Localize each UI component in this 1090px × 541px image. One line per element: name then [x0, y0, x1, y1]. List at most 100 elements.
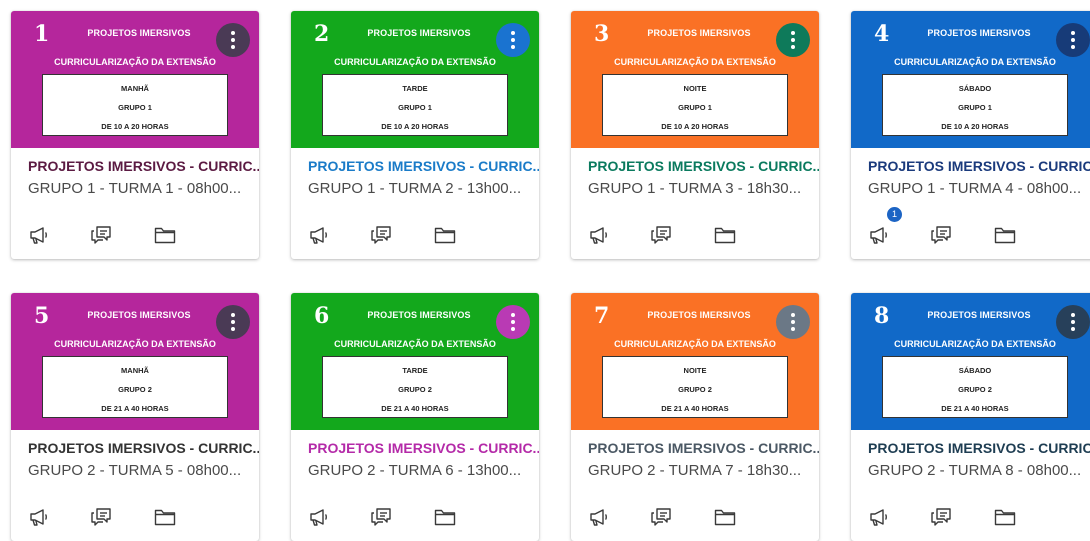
course-term-text: GRUPO 2 - TURMA 6 - 13h00...: [308, 462, 522, 479]
card-subtitle-label: CURRICULARIZAÇÃO DA EXTENSÃO: [54, 339, 216, 349]
course-title-link[interactable]: PROJETOS IMERSIVOS - CURRIC...: [28, 158, 259, 174]
card-project-label: PROJETOS IMERSIVOS: [647, 28, 751, 38]
folder-icon[interactable]: [154, 507, 176, 527]
folder-icon[interactable]: [434, 507, 456, 527]
megaphone-icon[interactable]: [588, 225, 610, 245]
course-card-header[interactable]: 2 PROJETOS IMERSIVOS CURRICULARIZAÇÃO DA E…: [291, 11, 539, 148]
card-period: TARDE: [402, 84, 428, 93]
discussion-icon[interactable]: [651, 225, 673, 245]
discussion-icon[interactable]: [91, 225, 113, 245]
card-subtitle-label: CURRICULARIZAÇÃO DA EXTENSÃO: [334, 57, 496, 67]
discussion-icon[interactable]: [371, 225, 393, 245]
card-hours: DE 10 A 20 HORAS: [381, 122, 449, 131]
card-group: GRUPO 1: [678, 103, 712, 112]
card-period: TARDE: [402, 366, 428, 375]
card-subtitle-label: CURRICULARIZAÇÃO DA EXTENSÃO: [894, 339, 1056, 349]
folder-icon[interactable]: [714, 507, 736, 527]
card-group: GRUPO 1: [958, 103, 992, 112]
card-options-menu-button[interactable]: [776, 23, 810, 57]
card-options-menu-button[interactable]: [216, 305, 250, 339]
megaphone-icon[interactable]: [868, 225, 890, 245]
card-info-box: NOITE GRUPO 1 DE 10 A 20 HORAS: [602, 74, 788, 136]
card-subtitle-label: CURRICULARIZAÇÃO DA EXTENSÃO: [54, 57, 216, 67]
course-card-header[interactable]: 8 PROJETOS IMERSIVOS CURRICULARIZAÇÃO DA E…: [851, 293, 1090, 430]
card-group: GRUPO 2: [118, 385, 152, 394]
megaphone-icon[interactable]: [308, 225, 330, 245]
course-title-link[interactable]: PROJETOS IMERSIVOS - CURRIC...: [308, 158, 539, 174]
card-number: 8: [874, 303, 890, 329]
folder-icon[interactable]: [154, 225, 176, 245]
card-group: GRUPO 2: [958, 385, 992, 394]
course-card[interactable]: 7 PROJETOS IMERSIVOS CURRICULARIZAÇÃO DA E…: [571, 293, 819, 541]
megaphone-icon[interactable]: [868, 507, 890, 527]
card-info-box: SÁBADO GRUPO 1 DE 10 A 20 HORAS: [882, 74, 1068, 136]
course-card[interactable]: 5 PROJETOS IMERSIVOS CURRICULARIZAÇÃO DA E…: [11, 293, 259, 541]
card-number: 5: [34, 303, 50, 329]
course-term-text: GRUPO 2 - TURMA 7 - 18h30...: [588, 462, 802, 479]
course-title-link[interactable]: PROJETOS IMERSIVOS - CURRIC...: [28, 440, 259, 456]
megaphone-icon[interactable]: [28, 507, 50, 527]
megaphone-icon[interactable]: [308, 507, 330, 527]
discussion-icon[interactable]: [651, 507, 673, 527]
card-hours: DE 21 A 40 HORAS: [941, 404, 1009, 413]
course-card-header[interactable]: 1 PROJETOS IMERSIVOS CURRICULARIZAÇÃO DA E…: [11, 11, 259, 148]
course-card-header[interactable]: 4 PROJETOS IMERSIVOS CURRICULARIZAÇÃO DA E…: [851, 11, 1090, 148]
megaphone-icon[interactable]: [588, 507, 610, 527]
course-title-link[interactable]: PROJETOS IMERSIVOS - CURRIC...: [588, 440, 819, 456]
card-project-label: PROJETOS IMERSIVOS: [87, 28, 191, 38]
course-term-text: GRUPO 1 - TURMA 2 - 13h00...: [308, 180, 522, 197]
card-number: 1: [34, 21, 50, 47]
card-project-label: PROJETOS IMERSIVOS: [87, 310, 191, 320]
course-term-text: GRUPO 1 - TURMA 3 - 18h30...: [588, 180, 802, 197]
card-info-box: NOITE GRUPO 2 DE 21 A 40 HORAS: [602, 356, 788, 418]
course-title-link[interactable]: PROJETOS IMERSIVOS - CURRIC...: [308, 440, 539, 456]
card-number: 7: [594, 303, 610, 329]
course-card[interactable]: 4 PROJETOS IMERSIVOS CURRICULARIZAÇÃO DA E…: [851, 11, 1090, 259]
course-title-link[interactable]: PROJETOS IMERSIVOS - CURRIC...: [868, 440, 1090, 456]
card-hours: DE 21 A 40 HORAS: [101, 404, 169, 413]
course-title-link[interactable]: PROJETOS IMERSIVOS - CURRIC...: [868, 158, 1090, 174]
card-number: 6: [314, 303, 330, 329]
megaphone-icon[interactable]: [28, 225, 50, 245]
card-hours: DE 21 A 40 HORAS: [661, 404, 729, 413]
course-card[interactable]: 3 PROJETOS IMERSIVOS CURRICULARIZAÇÃO DA E…: [571, 11, 819, 259]
card-options-menu-button[interactable]: [216, 23, 250, 57]
course-card[interactable]: 8 PROJETOS IMERSIVOS CURRICULARIZAÇÃO DA E…: [851, 293, 1090, 541]
card-options-menu-button[interactable]: [496, 305, 530, 339]
card-hours: DE 10 A 20 HORAS: [941, 122, 1009, 131]
discussion-icon[interactable]: [931, 507, 953, 527]
card-group: GRUPO 2: [398, 385, 432, 394]
card-info-box: TARDE GRUPO 2 DE 21 A 40 HORAS: [322, 356, 508, 418]
course-card[interactable]: 6 PROJETOS IMERSIVOS CURRICULARIZAÇÃO DA E…: [291, 293, 539, 541]
folder-icon[interactable]: [434, 225, 456, 245]
card-hours: DE 10 A 20 HORAS: [101, 122, 169, 131]
card-options-menu-button[interactable]: [496, 23, 530, 57]
course-card-header[interactable]: 5 PROJETOS IMERSIVOS CURRICULARIZAÇÃO DA E…: [11, 293, 259, 430]
card-group: GRUPO 1: [398, 103, 432, 112]
card-project-label: PROJETOS IMERSIVOS: [367, 28, 471, 38]
discussion-icon[interactable]: [371, 507, 393, 527]
course-card-header[interactable]: 7 PROJETOS IMERSIVOS CURRICULARIZAÇÃO DA E…: [571, 293, 819, 430]
card-number: 3: [594, 21, 610, 47]
course-card-header[interactable]: 6 PROJETOS IMERSIVOS CURRICULARIZAÇÃO DA E…: [291, 293, 539, 430]
course-term-text: GRUPO 1 - TURMA 4 - 08h00...: [868, 180, 1082, 197]
card-number: 4: [874, 21, 890, 47]
card-subtitle-label: CURRICULARIZAÇÃO DA EXTENSÃO: [334, 339, 496, 349]
folder-icon[interactable]: [714, 225, 736, 245]
card-options-menu-button[interactable]: [776, 305, 810, 339]
unread-badge: 1: [887, 207, 902, 222]
folder-icon[interactable]: [994, 507, 1016, 527]
card-project-label: PROJETOS IMERSIVOS: [367, 310, 471, 320]
card-options-menu-button[interactable]: [1056, 23, 1090, 57]
card-options-menu-button[interactable]: [1056, 305, 1090, 339]
course-card[interactable]: 2 PROJETOS IMERSIVOS CURRICULARIZAÇÃO DA E…: [291, 11, 539, 259]
course-card-header[interactable]: 3 PROJETOS IMERSIVOS CURRICULARIZAÇÃO DA E…: [571, 11, 819, 148]
card-period: MANHÃ: [121, 366, 149, 375]
course-card[interactable]: 1 PROJETOS IMERSIVOS CURRICULARIZAÇÃO DA E…: [11, 11, 259, 259]
course-title-link[interactable]: PROJETOS IMERSIVOS - CURRIC...: [588, 158, 819, 174]
card-subtitle-label: CURRICULARIZAÇÃO DA EXTENSÃO: [894, 57, 1056, 67]
discussion-icon[interactable]: [91, 507, 113, 527]
card-subtitle-label: CURRICULARIZAÇÃO DA EXTENSÃO: [614, 339, 776, 349]
folder-icon[interactable]: [994, 225, 1016, 245]
discussion-icon[interactable]: [931, 225, 953, 245]
